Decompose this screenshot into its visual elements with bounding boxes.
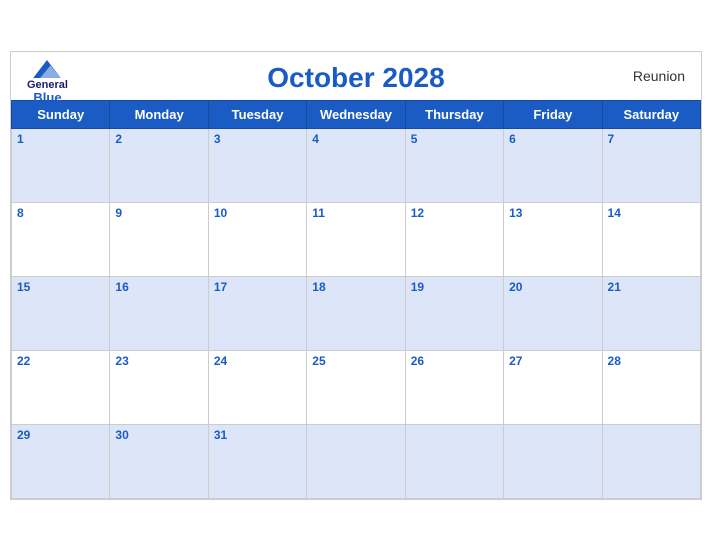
cell-week2-day5: 12	[405, 202, 503, 276]
cell-week2-day2: 9	[110, 202, 208, 276]
week-row-4: 22 23 24 25 26 27 28	[12, 350, 701, 424]
cell-week3-day7: 21	[602, 276, 700, 350]
cell-week5-day6	[504, 424, 602, 498]
date-2: 2	[115, 132, 202, 146]
header-monday: Monday	[110, 100, 208, 128]
cell-week4-day3: 24	[208, 350, 306, 424]
calendar-table: Sunday Monday Tuesday Wednesday Thursday…	[11, 100, 701, 499]
cell-week4-day4: 25	[307, 350, 405, 424]
date-5: 5	[411, 132, 498, 146]
cell-week2-day7: 14	[602, 202, 700, 276]
date-16: 16	[115, 280, 202, 294]
logo-general-text: General	[27, 80, 68, 91]
cell-week1-day6: 6	[504, 128, 602, 202]
cell-week5-day3: 31	[208, 424, 306, 498]
cell-week2-day3: 10	[208, 202, 306, 276]
date-28: 28	[608, 354, 695, 368]
date-24: 24	[214, 354, 301, 368]
cell-week4-day1: 22	[12, 350, 110, 424]
date-27: 27	[509, 354, 596, 368]
date-12: 12	[411, 206, 498, 220]
date-11: 11	[312, 206, 399, 220]
date-7: 7	[608, 132, 695, 146]
cell-week5-day4	[307, 424, 405, 498]
weekday-header-row: Sunday Monday Tuesday Wednesday Thursday…	[12, 100, 701, 128]
date-21: 21	[608, 280, 695, 294]
logo-blue-text: Blue	[33, 91, 61, 104]
cell-week1-day5: 5	[405, 128, 503, 202]
cell-week3-day4: 18	[307, 276, 405, 350]
cell-week1-day7: 7	[602, 128, 700, 202]
header-thursday: Thursday	[405, 100, 503, 128]
cell-week1-day1: 1	[12, 128, 110, 202]
date-29: 29	[17, 428, 104, 442]
date-15: 15	[17, 280, 104, 294]
cell-week4-day2: 23	[110, 350, 208, 424]
cell-week5-day2: 30	[110, 424, 208, 498]
date-13: 13	[509, 206, 596, 220]
calendar-header: General Blue October 2028 Reunion	[11, 52, 701, 100]
week-row-3: 15 16 17 18 19 20 21	[12, 276, 701, 350]
date-14: 14	[608, 206, 695, 220]
date-18: 18	[312, 280, 399, 294]
week-row-1: 1234567	[12, 128, 701, 202]
cell-week4-day5: 26	[405, 350, 503, 424]
cell-week5-day7	[602, 424, 700, 498]
cell-week5-day1: 29	[12, 424, 110, 498]
cell-week2-day1: 8	[12, 202, 110, 276]
date-1: 1	[17, 132, 104, 146]
cell-week1-day2: 2	[110, 128, 208, 202]
week-row-2: 89 10 11 12 13 14	[12, 202, 701, 276]
logo: General Blue	[27, 60, 68, 104]
date-6: 6	[509, 132, 596, 146]
date-4: 4	[312, 132, 399, 146]
date-19: 19	[411, 280, 498, 294]
header-tuesday: Tuesday	[208, 100, 306, 128]
cell-week2-day6: 13	[504, 202, 602, 276]
logo-icon	[33, 60, 61, 78]
date-9: 9	[115, 206, 202, 220]
week-row-5: 29 30 31	[12, 424, 701, 498]
date-17: 17	[214, 280, 301, 294]
cell-week4-day6: 27	[504, 350, 602, 424]
date-10: 10	[214, 206, 301, 220]
header-friday: Friday	[504, 100, 602, 128]
date-31: 31	[214, 428, 301, 442]
cell-week3-day1: 15	[12, 276, 110, 350]
date-20: 20	[509, 280, 596, 294]
date-22: 22	[17, 354, 104, 368]
date-8: 8	[17, 206, 104, 220]
region-label: Reunion	[633, 68, 685, 84]
cell-week1-day4: 4	[307, 128, 405, 202]
calendar-title: October 2028	[267, 62, 444, 94]
cell-week3-day2: 16	[110, 276, 208, 350]
header-wednesday: Wednesday	[307, 100, 405, 128]
cell-week5-day5	[405, 424, 503, 498]
date-25: 25	[312, 354, 399, 368]
cell-week1-day3: 3	[208, 128, 306, 202]
cell-week3-day6: 20	[504, 276, 602, 350]
cell-week4-day7: 28	[602, 350, 700, 424]
header-saturday: Saturday	[602, 100, 700, 128]
date-30: 30	[115, 428, 202, 442]
cell-week3-day5: 19	[405, 276, 503, 350]
date-26: 26	[411, 354, 498, 368]
date-23: 23	[115, 354, 202, 368]
cell-week3-day3: 17	[208, 276, 306, 350]
cell-week2-day4: 11	[307, 202, 405, 276]
calendar: General Blue October 2028 Reunion Sunday…	[10, 51, 702, 500]
date-3: 3	[214, 132, 301, 146]
